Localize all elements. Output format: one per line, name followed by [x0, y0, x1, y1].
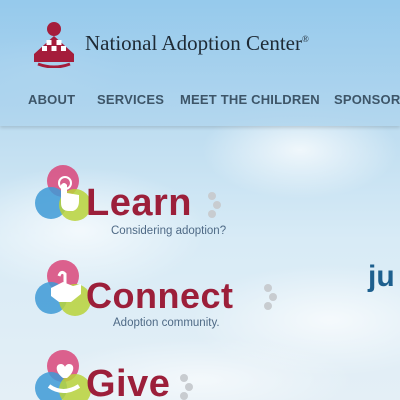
dots-icon — [264, 284, 277, 310]
dots-icon — [180, 374, 193, 400]
connect-subtitle: Adoption community. — [113, 317, 220, 329]
learn-subtitle: Considering adoption? — [111, 225, 227, 237]
registered-mark: ® — [301, 34, 309, 44]
house-logo-icon[interactable] — [30, 16, 78, 68]
give-title[interactable]: Give — [86, 363, 170, 400]
main-nav: ABOUT SERVICES MEET THE CHILDREN SPONSOR… — [0, 92, 400, 110]
nav-item-services[interactable]: SERVICES — [97, 92, 164, 107]
nav-item-sponsors[interactable]: SPONSORS — [334, 92, 400, 107]
logo-text-label: National Adoption Center — [85, 31, 302, 55]
site-logo-text[interactable]: National Adoption Center® — [85, 31, 309, 56]
dots-icon — [208, 192, 221, 218]
site-header: National Adoption Center® ABOUT SERVICES… — [0, 0, 400, 126]
side-heading: ju — [368, 260, 395, 293]
connect-title[interactable]: Connect — [86, 275, 234, 317]
learn-title[interactable]: Learn — [86, 182, 192, 225]
nav-item-meet-the-children[interactable]: MEET THE CHILDREN — [180, 92, 320, 107]
nav-item-about[interactable]: ABOUT — [28, 92, 75, 107]
